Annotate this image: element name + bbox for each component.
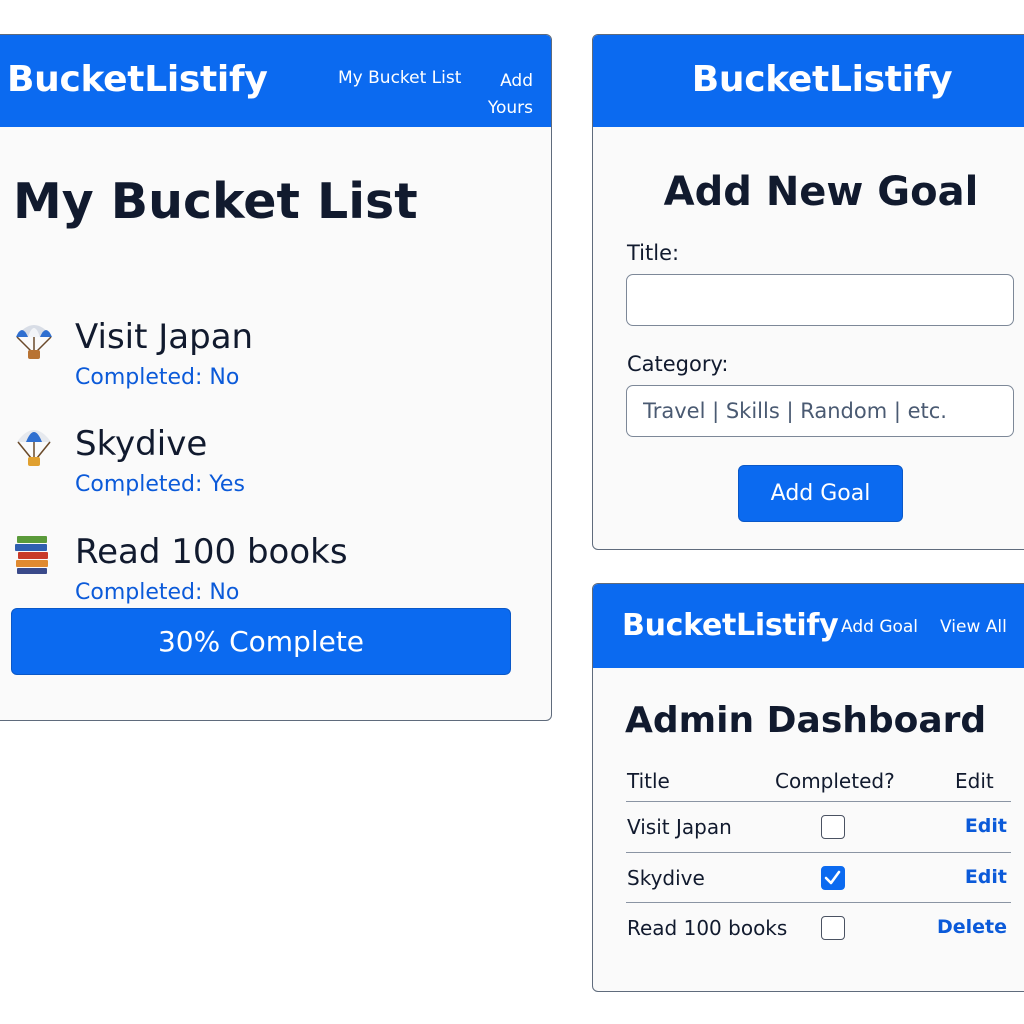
navbar: BucketListify Add Goal View All (593, 584, 1024, 668)
goal-title: Skydive (75, 424, 208, 464)
title-input[interactable] (626, 274, 1014, 326)
goal-status: Completed: Yes (75, 472, 245, 497)
brand-logo[interactable]: BucketListify (593, 59, 1024, 100)
nav-link-add-yours[interactable]: Add Yours (485, 68, 533, 122)
title-label: Title: (627, 241, 680, 265)
parachute-icon (17, 430, 51, 466)
checkmark-icon (824, 870, 841, 885)
column-header-completed: Completed? (775, 769, 895, 793)
goal-item: Visit Japan Completed: No (13, 317, 533, 397)
goal-status: Completed: No (75, 580, 240, 605)
table-row: Skydive Edit (626, 853, 1011, 903)
brand-logo[interactable]: BucketListify (622, 608, 839, 643)
column-header-title: Title (627, 769, 670, 793)
page-title: My Bucket List (13, 173, 418, 230)
page-title: Admin Dashboard (625, 700, 987, 741)
goal-item: Read 100 books Completed: No (13, 532, 533, 612)
navbar: BucketListify My Bucket List Add Yours (0, 35, 551, 127)
edit-link[interactable]: Edit (965, 866, 1007, 888)
admin-dashboard-card: BucketListify Add Goal View All Admin Da… (592, 583, 1024, 992)
brand-logo[interactable]: BucketListify (7, 59, 268, 100)
navbar: BucketListify (593, 35, 1024, 127)
add-goal-button[interactable]: Add Goal (738, 465, 903, 522)
row-title: Read 100 books (627, 916, 788, 940)
completed-checkbox[interactable] (821, 866, 845, 890)
delete-link[interactable]: Delete (937, 916, 1007, 938)
add-goal-card: BucketListify Add New Goal Title: Catego… (592, 34, 1024, 550)
nav-link-view-all[interactable]: View All (940, 617, 1007, 637)
table-row: Read 100 books Delete (626, 903, 1011, 953)
progress-button[interactable]: 30% Complete (11, 608, 511, 675)
goal-title: Read 100 books (75, 532, 348, 572)
parachute-icon (16, 325, 52, 359)
form-title: Add New Goal (663, 169, 979, 215)
row-title: Skydive (627, 866, 705, 890)
category-label: Category: (627, 352, 729, 376)
column-header-edit: Edit (955, 769, 994, 793)
row-title: Visit Japan (627, 815, 732, 839)
edit-link[interactable]: Edit (965, 815, 1007, 837)
nav-link-my-bucket-list[interactable]: My Bucket List (338, 68, 461, 88)
goal-status: Completed: No (75, 365, 240, 390)
nav-link-add-goal[interactable]: Add Goal (841, 617, 918, 637)
completed-checkbox[interactable] (821, 916, 845, 940)
goal-title: Visit Japan (75, 317, 254, 357)
bucket-list-card: BucketListify My Bucket List Add Yours M… (0, 34, 552, 721)
goal-item: Skydive Completed: Yes (13, 424, 533, 504)
books-icon (15, 536, 48, 574)
completed-checkbox[interactable] (821, 815, 845, 839)
category-input[interactable] (626, 385, 1014, 437)
table-row: Visit Japan Edit (626, 802, 1011, 852)
